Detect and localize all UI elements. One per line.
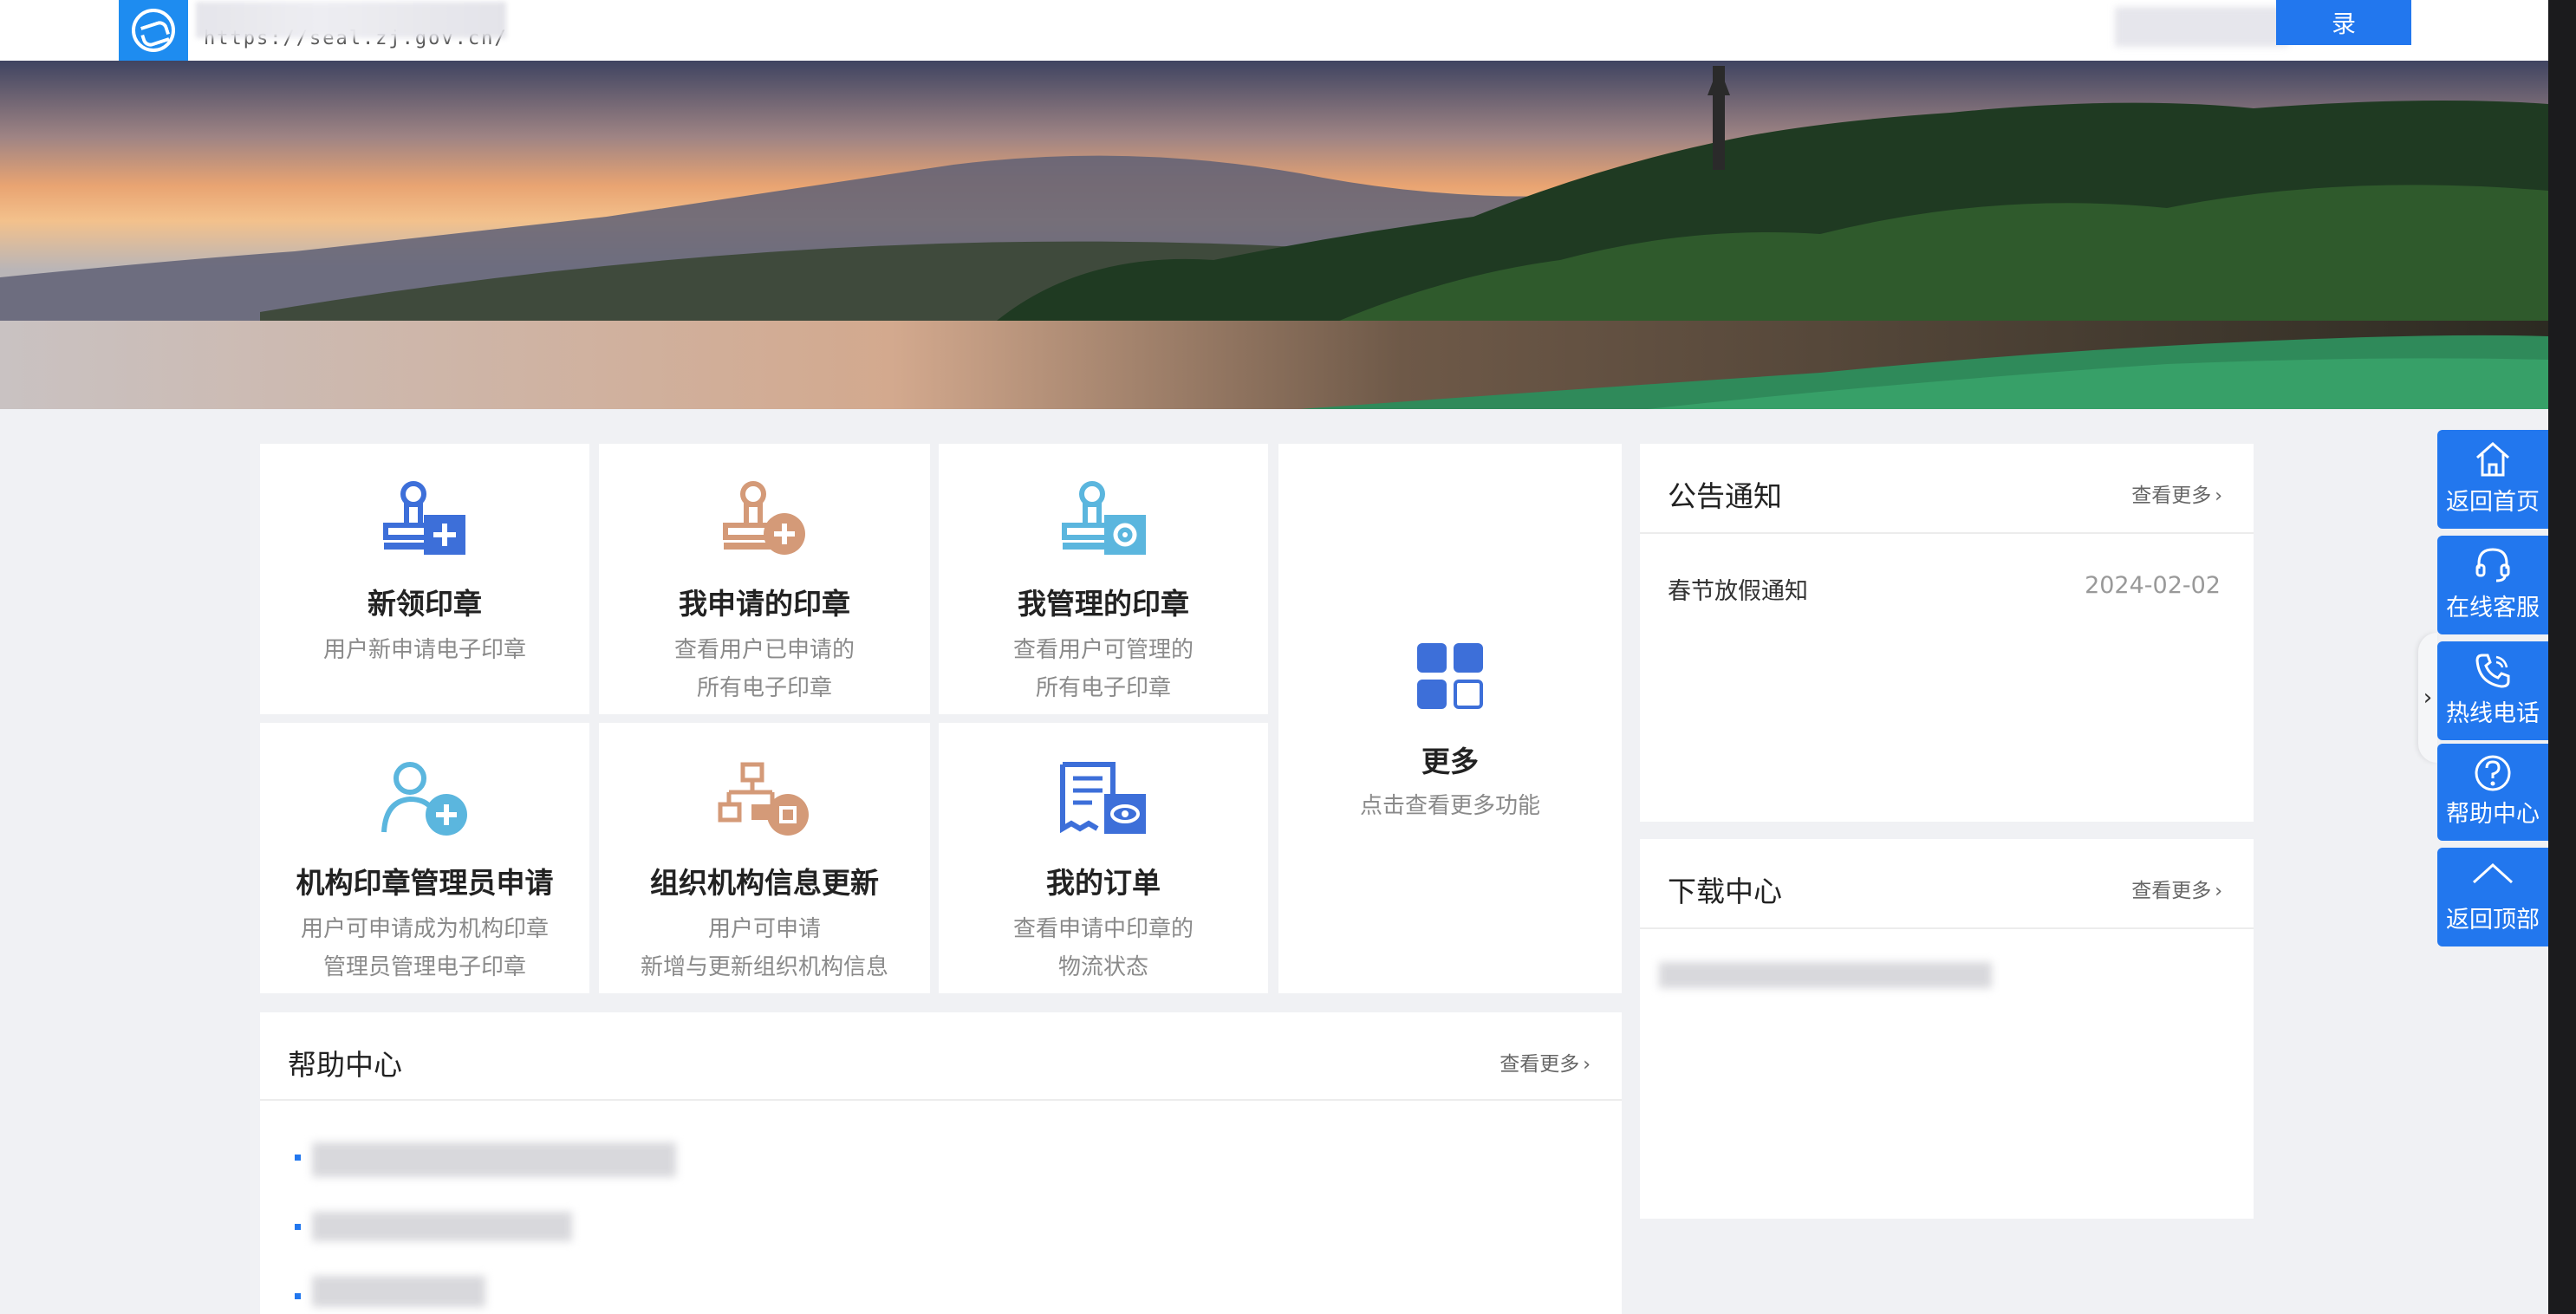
service-title: 我申请的印章 <box>679 587 850 621</box>
service-title: 更多 <box>1421 745 1479 778</box>
notice-more-link[interactable]: 查看更多 › <box>2131 478 2222 508</box>
list-bullet <box>295 1155 301 1161</box>
notice-title: 公告通知 <box>1668 479 1782 513</box>
chevron-right-icon: › <box>1583 1054 1590 1076</box>
redacted-help-item[interactable] <box>312 1212 572 1241</box>
site-logo[interactable] <box>119 0 188 61</box>
service-desc: 查看申请中印章的 <box>1012 916 1194 942</box>
service-desc: 用户可申请 <box>707 916 821 942</box>
help-panel: 帮助中心 查看更多 › <box>260 1012 1622 1314</box>
notice-panel: 公告通知 查看更多 › 春节放假通知 2024-02-02 <box>1640 444 2254 822</box>
float-back-to-top[interactable]: 返回顶部 <box>2437 848 2548 946</box>
help-title: 帮助中心 <box>288 1048 402 1082</box>
chevron-right-icon: › <box>2423 685 2433 711</box>
service-desc: 所有电子印章 <box>696 675 832 701</box>
service-card-new-seal[interactable]: 新领印章 用户新申请电子印章 <box>260 444 589 714</box>
service-card-my-applied-seals[interactable]: 我申请的印章 查看用户已申请的 所有电子印章 <box>599 444 930 714</box>
service-card-managed-seals[interactable]: 我管理的印章 查看用户可管理的 所有电子印章 <box>939 444 1268 714</box>
service-desc: 物流状态 <box>1057 954 1148 980</box>
service-title: 新领印章 <box>368 587 482 621</box>
float-label: 帮助中心 <box>2446 801 2540 828</box>
service-desc: 查看用户可管理的 <box>1012 637 1194 663</box>
notice-item-date: 2024-02-02 <box>2085 572 2221 599</box>
service-desc: 所有电子印章 <box>1035 675 1171 701</box>
notice-item-title: 春节放假通知 <box>1668 578 1808 605</box>
download-more-link[interactable]: 查看更多 › <box>2131 874 2222 903</box>
service-desc: 用户可申请成为机构印章 <box>300 916 549 942</box>
seal-add-icon <box>383 481 465 555</box>
redacted-help-item[interactable] <box>312 1142 676 1177</box>
service-desc: 管理员管理电子印章 <box>322 954 526 980</box>
service-desc: 用户新申请电子印章 <box>322 637 526 663</box>
seal-settings-icon <box>1062 481 1146 555</box>
redacted-download-item[interactable] <box>1659 962 1992 988</box>
more-label: 查看更多 <box>2131 880 2212 902</box>
phone-icon <box>2475 654 2510 688</box>
chevron-right-icon: › <box>2215 485 2222 507</box>
redacted-site-name <box>196 2 506 38</box>
notice-header: 公告通知 查看更多 › <box>1640 444 2254 534</box>
question-icon <box>2475 755 2511 791</box>
float-label: 返回首页 <box>2446 489 2540 516</box>
hero-banner <box>0 61 2548 409</box>
service-card-my-orders[interactable]: 我的订单 查看申请中印章的 物流状态 <box>939 723 1268 993</box>
seal-add-icon <box>723 481 805 555</box>
service-card-admin-apply[interactable]: 机构印章管理员申请 用户可申请成为机构印章 管理员管理电子印章 <box>260 723 589 993</box>
list-bullet <box>295 1224 301 1230</box>
service-desc: 查看用户已申请的 <box>673 637 855 663</box>
download-header: 下载中心 查看更多 › <box>1640 839 2254 929</box>
help-more-link[interactable]: 查看更多 › <box>1499 1047 1590 1077</box>
service-card-org-update[interactable]: 组织机构信息更新 用户可申请 新增与更新组织机构信息 <box>599 723 930 993</box>
service-title: 我的订单 <box>1046 866 1161 900</box>
float-hotline[interactable]: 热线电话 <box>2437 641 2548 740</box>
service-title: 机构印章管理员申请 <box>296 866 554 900</box>
service-title: 组织机构信息更新 <box>650 866 879 900</box>
logo-icon <box>132 9 175 52</box>
order-view-icon <box>1060 762 1146 834</box>
service-desc: 新增与更新组织机构信息 <box>640 954 888 980</box>
float-bar-toggle[interactable]: › <box>2418 633 2437 763</box>
download-title: 下载中心 <box>1668 875 1782 908</box>
service-desc: 点击查看更多功能 <box>1359 793 1540 819</box>
org-chart-icon <box>718 762 809 836</box>
list-bullet <box>295 1293 301 1299</box>
grid-icon <box>1417 643 1483 709</box>
download-panel: 下载中心 查看更多 › <box>1640 839 2254 1219</box>
service-card-more[interactable]: 更多 点击查看更多功能 <box>1278 444 1622 993</box>
float-home[interactable]: 返回首页 <box>2437 430 2548 529</box>
login-button[interactable]: 录 <box>2276 0 2411 45</box>
float-label: 热线电话 <box>2446 700 2540 727</box>
float-help-center[interactable]: 帮助中心 <box>2437 744 2548 841</box>
chevron-right-icon: › <box>2215 881 2222 902</box>
redacted-help-item[interactable] <box>312 1276 485 1307</box>
window-edge <box>2548 0 2576 1314</box>
help-header: 帮助中心 查看更多 › <box>260 1012 1622 1101</box>
user-add-icon <box>381 762 467 836</box>
float-label: 在线客服 <box>2446 595 2540 621</box>
home-icon <box>2476 441 2509 477</box>
service-title: 我管理的印章 <box>1018 587 1189 621</box>
more-label: 查看更多 <box>2131 485 2212 507</box>
more-label: 查看更多 <box>1499 1053 1580 1076</box>
site-header: https://seal.zj.gov.cn/ 录 <box>0 0 2548 61</box>
notice-item[interactable]: 春节放假通知 2024-02-02 <box>1668 572 2221 606</box>
redacted-user-info <box>2115 7 2288 47</box>
float-customer-service[interactable]: 在线客服 <box>2437 536 2548 634</box>
float-label: 返回顶部 <box>2446 907 2540 933</box>
chevron-up-icon <box>2472 862 2514 884</box>
headset-icon <box>2475 548 2510 582</box>
